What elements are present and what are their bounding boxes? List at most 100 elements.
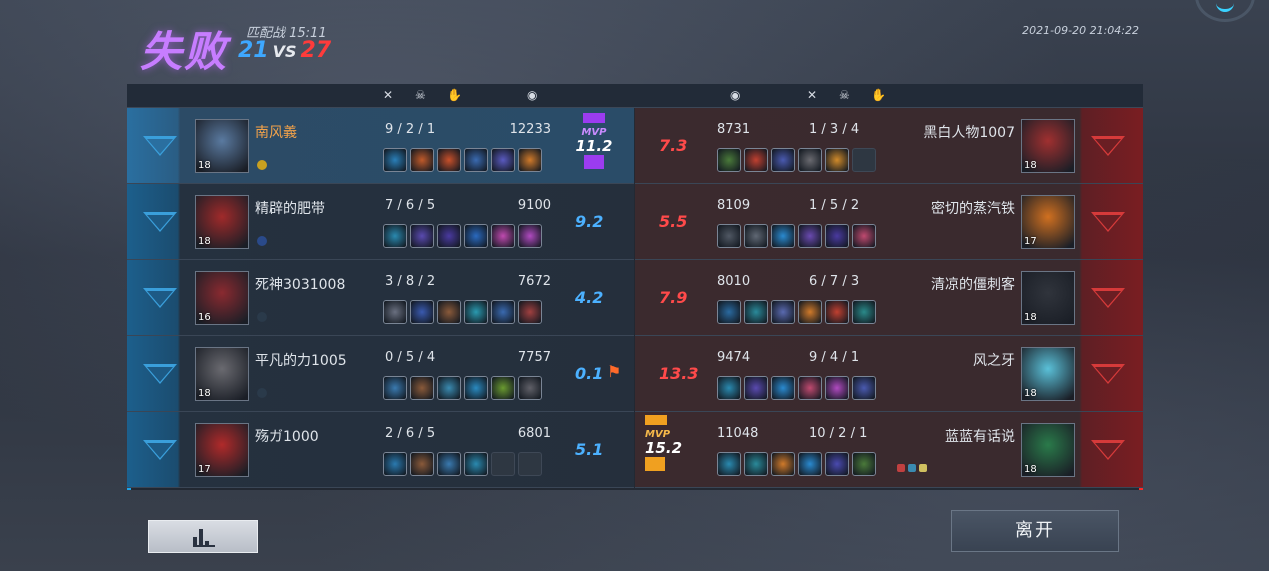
leave-button[interactable]: 离开 <box>951 510 1119 552</box>
equipment-item-icon[interactable] <box>437 148 461 172</box>
equipment-item-icon[interactable] <box>518 300 542 324</box>
gold-stat: 8010 <box>717 274 751 289</box>
blue-player-row[interactable]: 16 死神3031008 3 / 8 / 2 7672 4.2 <box>127 260 634 336</box>
equipment-item-icon[interactable] <box>744 376 768 400</box>
equipment-item-icon[interactable] <box>744 452 768 476</box>
equipment-item-icon[interactable] <box>383 452 407 476</box>
equipment-item-icon[interactable] <box>717 224 741 248</box>
equipment-item-icon[interactable] <box>744 224 768 248</box>
red-player-row[interactable]: 18 清凉的僵刺客 6 / 7 / 3 8010 7.9 <box>635 260 1143 336</box>
equipment-item-icon[interactable] <box>744 148 768 172</box>
equipment-item-icon[interactable] <box>717 300 741 324</box>
expand-triangle-icon[interactable] <box>1091 212 1125 232</box>
expand-triangle-icon[interactable] <box>1091 288 1125 308</box>
equipment-item-icon[interactable] <box>464 148 488 172</box>
kda-stat: 6 / 7 / 3 <box>809 274 860 289</box>
expand-triangle-icon[interactable] <box>1091 364 1125 384</box>
red-player-row[interactable]: 18 风之牙 9 / 4 / 1 9474 13.3 <box>635 336 1143 412</box>
equipment-item-icon[interactable] <box>491 300 515 324</box>
equipment-item-icon[interactable] <box>798 452 822 476</box>
red-player-row[interactable]: 18 蓝蓝有话说 10 / 2 / 1 11048 MVP 15.2 <box>635 412 1143 488</box>
equipment-item-icon[interactable] <box>852 300 876 324</box>
hero-portrait[interactable]: 18 <box>1021 347 1075 401</box>
hero-portrait[interactable]: 18 <box>195 347 249 401</box>
equipment-item-icon[interactable] <box>491 148 515 172</box>
equipment-item-icon[interactable] <box>518 148 542 172</box>
empty-item-slot[interactable] <box>491 452 515 476</box>
equipment-item-icon[interactable] <box>464 224 488 248</box>
equipment-item-icon[interactable] <box>518 376 542 400</box>
expand-triangle-icon[interactable] <box>143 136 177 156</box>
equipment-item-icon[interactable] <box>798 148 822 172</box>
expand-triangle-icon[interactable] <box>143 440 177 460</box>
equipment-item-icon[interactable] <box>410 148 434 172</box>
equipment-item-icon[interactable] <box>491 224 515 248</box>
blue-player-row[interactable]: 18 南风義 9 / 2 / 1 12233 MVP 11.2 <box>127 108 634 184</box>
equipment-item-icon[interactable] <box>852 376 876 400</box>
equipment-item-icon[interactable] <box>825 148 849 172</box>
equipment-item-icon[interactable] <box>383 300 407 324</box>
hero-portrait[interactable]: 17 <box>195 423 249 477</box>
equipment-item-icon[interactable] <box>771 224 795 248</box>
equipment-item-icon[interactable] <box>744 300 768 324</box>
expand-triangle-icon[interactable] <box>143 364 177 384</box>
equipment-item-icon[interactable] <box>852 224 876 248</box>
equipment-item-icon[interactable] <box>518 224 542 248</box>
equipment-item-icon[interactable] <box>491 376 515 400</box>
equipment-item-icon[interactable] <box>717 376 741 400</box>
equipment-item-icon[interactable] <box>771 452 795 476</box>
kda-stat: 1 / 5 / 2 <box>809 198 860 213</box>
settings-corner-button[interactable] <box>1195 0 1255 22</box>
equipment-item-icon[interactable] <box>410 376 434 400</box>
hero-portrait[interactable]: 16 <box>195 271 249 325</box>
equipment-item-icon[interactable] <box>410 452 434 476</box>
empty-item-slot[interactable] <box>852 148 876 172</box>
expand-triangle-icon[interactable] <box>1091 440 1125 460</box>
equipment-item-icon[interactable] <box>464 300 488 324</box>
red-player-row[interactable]: 17 密切的蒸汽铁 1 / 5 / 2 8109 5.5 <box>635 184 1143 260</box>
expand-triangle-icon[interactable] <box>1091 136 1125 156</box>
hero-portrait[interactable]: 18 <box>1021 271 1075 325</box>
equipment-item-icon[interactable] <box>383 224 407 248</box>
expand-triangle-icon[interactable] <box>143 212 177 232</box>
equipment-item-icon[interactable] <box>410 300 434 324</box>
hero-portrait[interactable]: 18 <box>195 119 249 173</box>
equipment-item-icon[interactable] <box>771 376 795 400</box>
equipment-item-icon[interactable] <box>464 452 488 476</box>
blue-player-row[interactable]: 17 殇ガ1000 2 / 6 / 5 6801 5.1 <box>127 412 634 488</box>
blue-player-row[interactable]: 18 平凡的力1005 0 / 5 / 4 7757 0.1 ⚑ <box>127 336 634 412</box>
equipment-item-icon[interactable] <box>825 224 849 248</box>
equipment-item-icon[interactable] <box>798 376 822 400</box>
equipment-item-icon[interactable] <box>437 300 461 324</box>
vs-label: VS <box>272 42 297 61</box>
hero-portrait[interactable]: 17 <box>1021 195 1075 249</box>
equipment-item-icon[interactable] <box>771 300 795 324</box>
hero-portrait[interactable]: 18 <box>1021 119 1075 173</box>
match-result-title: 失败 <box>140 27 229 76</box>
hero-portrait[interactable]: 18 <box>1021 423 1075 477</box>
equipment-item-icon[interactable] <box>717 148 741 172</box>
item-slots <box>383 224 542 248</box>
equipment-item-icon[interactable] <box>437 452 461 476</box>
equipment-item-icon[interactable] <box>852 452 876 476</box>
equipment-item-icon[interactable] <box>437 224 461 248</box>
equipment-item-icon[interactable] <box>825 300 849 324</box>
empty-item-slot[interactable] <box>518 452 542 476</box>
equipment-item-icon[interactable] <box>798 224 822 248</box>
equipment-item-icon[interactable] <box>771 148 795 172</box>
equipment-item-icon[interactable] <box>717 452 741 476</box>
stats-button[interactable] <box>148 520 258 553</box>
equipment-item-icon[interactable] <box>825 452 849 476</box>
equipment-item-icon[interactable] <box>410 224 434 248</box>
hero-portrait[interactable]: 18 <box>195 195 249 249</box>
equipment-item-icon[interactable] <box>825 376 849 400</box>
scoreboard: ✕ ☠ ✋ ◉ ◉ ✕ ☠ ✋ 18 南风義 9 / 2 / 1 12233 MVP 11… <box>127 84 1143 490</box>
equipment-item-icon[interactable] <box>798 300 822 324</box>
red-player-row[interactable]: 18 黑白人物1007 1 / 3 / 4 8731 7.3 <box>635 108 1143 184</box>
equipment-item-icon[interactable] <box>383 148 407 172</box>
expand-triangle-icon[interactable] <box>143 288 177 308</box>
blue-player-row[interactable]: 18 精辟的肥带 7 / 6 / 5 9100 9.2 <box>127 184 634 260</box>
equipment-item-icon[interactable] <box>437 376 461 400</box>
equipment-item-icon[interactable] <box>383 376 407 400</box>
equipment-item-icon[interactable] <box>464 376 488 400</box>
